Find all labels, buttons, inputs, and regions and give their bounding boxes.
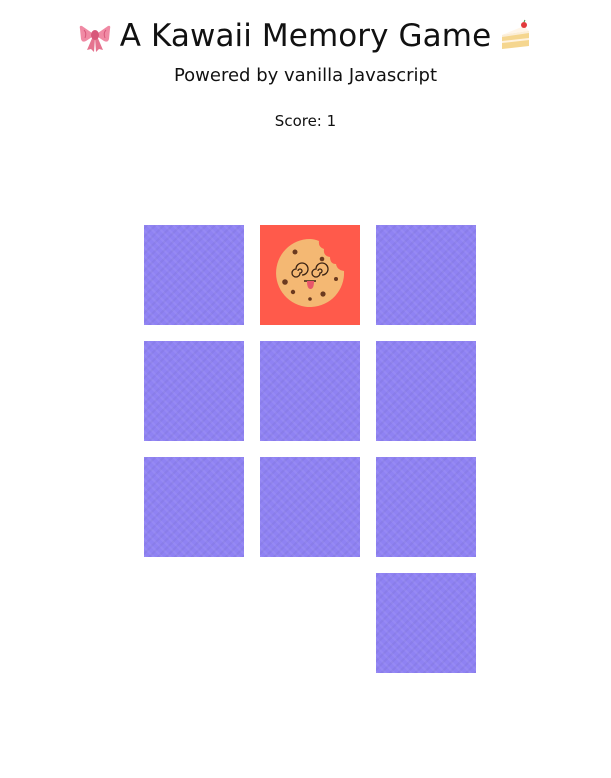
card-face-down[interactable] xyxy=(376,573,476,673)
card-face-down[interactable] xyxy=(260,457,360,557)
page-subtitle: Powered by vanilla Javascript xyxy=(173,65,438,86)
card-board xyxy=(144,225,476,673)
card-face-up[interactable] xyxy=(260,225,360,325)
score-label: Score: 1 xyxy=(274,112,337,130)
game-page: A Kawaii Memory Game Powered by vanilla … xyxy=(0,0,611,778)
card-face-down[interactable] xyxy=(376,341,476,441)
card-face-down[interactable] xyxy=(376,457,476,557)
cake-slice-icon xyxy=(499,19,533,53)
cookie-icon xyxy=(274,237,346,313)
title-row: A Kawaii Memory Game xyxy=(0,18,611,54)
ribbon-bow-icon xyxy=(78,19,112,53)
card-face-down[interactable] xyxy=(260,341,360,441)
card-face-down[interactable] xyxy=(144,457,244,557)
card-face-down[interactable] xyxy=(144,341,244,441)
page-title: A Kawaii Memory Game xyxy=(119,18,492,54)
card-face-down[interactable] xyxy=(144,225,244,325)
card-face-down[interactable] xyxy=(376,225,476,325)
